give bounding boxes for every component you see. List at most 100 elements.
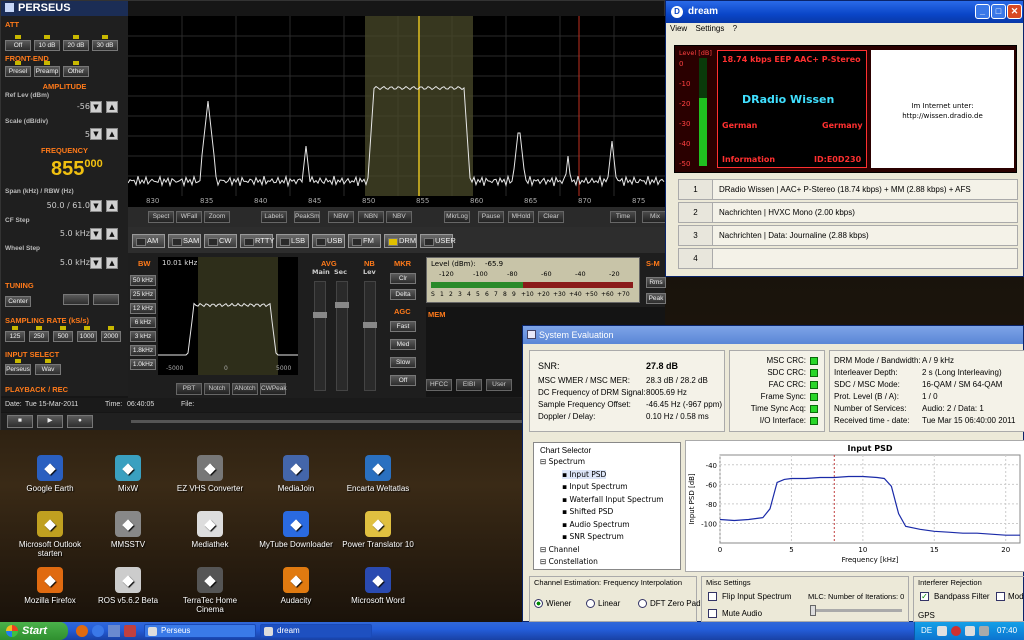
tuning-button-3[interactable] <box>93 294 119 305</box>
perseus-frontend-buttons-button-1[interactable]: Preamp <box>34 61 60 77</box>
desktop-icon-word[interactable]: ◆ Microsoft Word <box>338 567 418 605</box>
toolbar-wfall-button[interactable]: WFall <box>176 211 202 223</box>
desktop-icon-mytube[interactable]: ◆ MyTube Downloader <box>256 511 336 549</box>
desktop-icon-firefox[interactable]: ◆ Mozilla Firefox <box>10 567 90 605</box>
span-up-button[interactable]: ▲ <box>106 200 118 212</box>
perseus-att-buttons-button-2[interactable]: 20 dB <box>63 35 89 51</box>
zoom-notch-button[interactable]: Notch <box>204 383 230 395</box>
desktop-icon-ez-vhs[interactable]: ◆ EZ VHS Converter <box>170 455 250 493</box>
volume-icon[interactable] <box>979 626 989 636</box>
bw-button-2[interactable]: 12 kHz <box>130 303 156 314</box>
mode-cw-button[interactable]: CW <box>204 234 237 248</box>
toolbar-pause-button[interactable]: Pause <box>478 211 504 223</box>
toolbar-mkrlog-button[interactable]: MkrLog <box>444 211 470 223</box>
desktop-icon-mmsstv[interactable]: ◆ MMSSTV <box>88 511 168 549</box>
bandpass-filter-checkbox[interactable]: ✓ <box>920 592 929 601</box>
radio-wiener[interactable] <box>534 599 543 608</box>
frequency-display[interactable]: 855000 <box>51 158 103 181</box>
minimize-button[interactable]: _ <box>975 4 990 19</box>
perseus-sampling-buttons-button-4[interactable]: 2000 <box>101 326 121 342</box>
toolbar-zoom-button[interactable]: Zoom <box>204 211 230 223</box>
wheel-step-up-button[interactable]: ▲ <box>106 257 118 269</box>
toolbar-clear-button[interactable]: Clear <box>538 211 564 223</box>
chart-tree-item[interactable]: ▪ Shifted PSD <box>562 507 613 516</box>
chart-tree-item[interactable]: ⊟ Channel <box>540 545 579 554</box>
ref-level-down-button[interactable]: ▼ <box>90 101 102 113</box>
mute-audio-checkbox[interactable] <box>708 609 717 618</box>
mem-eibi-button[interactable]: EIBI <box>456 379 482 391</box>
bw-button-5[interactable]: 1.8kHz <box>130 345 156 356</box>
mode-am-button[interactable]: AM <box>132 234 165 248</box>
bw-button-3[interactable]: 6 kHz <box>130 317 156 328</box>
record-button[interactable]: ● <box>67 415 93 428</box>
zoom-anotch-button[interactable]: ANotch <box>232 383 258 395</box>
toolbar-nbv-button[interactable]: NBV <box>386 211 412 223</box>
avg-main-slider[interactable] <box>313 281 327 391</box>
zoom-cwpeak-button[interactable]: CWPeak <box>260 383 287 395</box>
agc-off-button[interactable]: Off <box>390 375 416 386</box>
tuning-button-2[interactable] <box>63 294 89 305</box>
wheel-step-down-button[interactable]: ▼ <box>90 257 102 269</box>
mem-hfcc-button[interactable]: HFCC <box>426 379 452 391</box>
desktop-icon-encarta[interactable]: ◆ Encarta Weltatlas <box>338 455 418 493</box>
tray-app-icon[interactable] <box>937 626 947 636</box>
agc-med-button[interactable]: Med <box>390 339 416 350</box>
ie-quicklaunch-icon[interactable] <box>92 625 104 637</box>
mkr-delta-button[interactable]: Delta <box>390 289 416 300</box>
agc-fast-button[interactable]: Fast <box>390 321 416 332</box>
chart-tree-item[interactable]: ▪ Input PSD <box>562 469 607 479</box>
service-row-1[interactable]: 1 DRadio Wissen | AAC+ P-Stereo (18.74 kb… <box>678 179 1018 200</box>
zoom-pbt-button[interactable]: PBT <box>176 383 202 395</box>
desktop-icon-mediathek[interactable]: ◆ Mediathek <box>170 511 250 549</box>
cf-step-up-button[interactable]: ▲ <box>106 228 118 240</box>
stop-button[interactable]: ■ <box>7 415 33 428</box>
modified-metrics-checkbox[interactable] <box>996 592 1005 601</box>
perseus-sampling-buttons-button-1[interactable]: 250 <box>29 326 49 342</box>
menu-settings[interactable]: Settings <box>695 24 724 33</box>
desktop-icon-ros[interactable]: ◆ ROS v5.6.2 Beta <box>88 567 168 605</box>
perseus-sampling-buttons-button-2[interactable]: 500 <box>53 326 73 342</box>
chart-tree-item[interactable]: ▪ Input Spectrum <box>562 482 628 491</box>
nb-level-slider[interactable] <box>363 281 377 391</box>
chart-tree-item[interactable]: ⊟ Spectrum <box>540 457 585 466</box>
bw-button-4[interactable]: 3 kHz <box>130 331 156 342</box>
taskbar-app-perseus[interactable]: Perseus <box>144 624 256 638</box>
perseus-att-buttons-button-3[interactable]: 30 dB <box>92 35 118 51</box>
scale-down-button[interactable]: ▼ <box>90 128 102 140</box>
security-icon[interactable] <box>951 626 961 636</box>
mem-user-button[interactable]: User <box>486 379 512 391</box>
radio-linear[interactable] <box>586 599 595 608</box>
toolbar-mhold-button[interactable]: MHold <box>508 211 534 223</box>
perseus-sampling-buttons-button-3[interactable]: 1000 <box>77 326 97 342</box>
perseus-att-buttons-button-0[interactable]: Off <box>5 35 31 51</box>
maximize-button[interactable]: □ <box>991 4 1006 19</box>
chart-tree-item[interactable]: ▪ Audio Spectrum <box>562 520 630 529</box>
play-button[interactable]: ▶ <box>37 415 63 428</box>
perseus-input-buttons-button-1[interactable]: Wav <box>35 359 61 375</box>
clock[interactable]: 07:40 <box>997 626 1017 635</box>
rms-button[interactable]: Rms <box>646 277 666 288</box>
bw-button-0[interactable]: 50 kHz <box>130 275 156 286</box>
perseus-frontend-buttons-button-0[interactable]: Presel <box>5 61 31 77</box>
service-row-2[interactable]: 2 Nachrichten | HVXC Mono (2.00 kbps) <box>678 202 1018 223</box>
mode-drm-button[interactable]: DRM <box>384 234 417 248</box>
mode-lsb-button[interactable]: LSB <box>276 234 309 248</box>
avg-sec-slider[interactable] <box>335 281 349 391</box>
desktop-icon-outlook[interactable]: ◆ Microsoft Outlook starten <box>10 511 90 558</box>
menu-view[interactable]: View <box>670 24 687 33</box>
center-button[interactable]: Center <box>5 296 31 307</box>
service-row-4[interactable]: 4 <box>678 248 1018 269</box>
cf-step-down-button[interactable]: ▼ <box>90 228 102 240</box>
perseus-att-buttons-button-1[interactable]: 10 dB <box>34 35 60 51</box>
mode-user-button[interactable]: USER <box>420 234 456 248</box>
toolbar-time-button[interactable]: Time <box>610 211 636 223</box>
toolbar-labels-button[interactable]: Labels <box>261 211 287 223</box>
radio-dftzeropad[interactable] <box>638 599 647 608</box>
service-row-3[interactable]: 3 Nachrichten | Data: Journaline (2.88 kb… <box>678 225 1018 246</box>
zoom-spectrum[interactable]: 10.01 kHz -5000 0 5000 <box>158 257 298 375</box>
ref-level-up-button[interactable]: ▲ <box>106 101 118 113</box>
perseus-sampling-buttons-button-0[interactable]: 125 <box>5 326 25 342</box>
desktop-icon-google-earth[interactable]: ◆ Google Earth <box>10 455 90 493</box>
mode-sam-button[interactable]: SAM <box>168 234 201 248</box>
mlc-iterations-slider[interactable] <box>810 605 902 616</box>
